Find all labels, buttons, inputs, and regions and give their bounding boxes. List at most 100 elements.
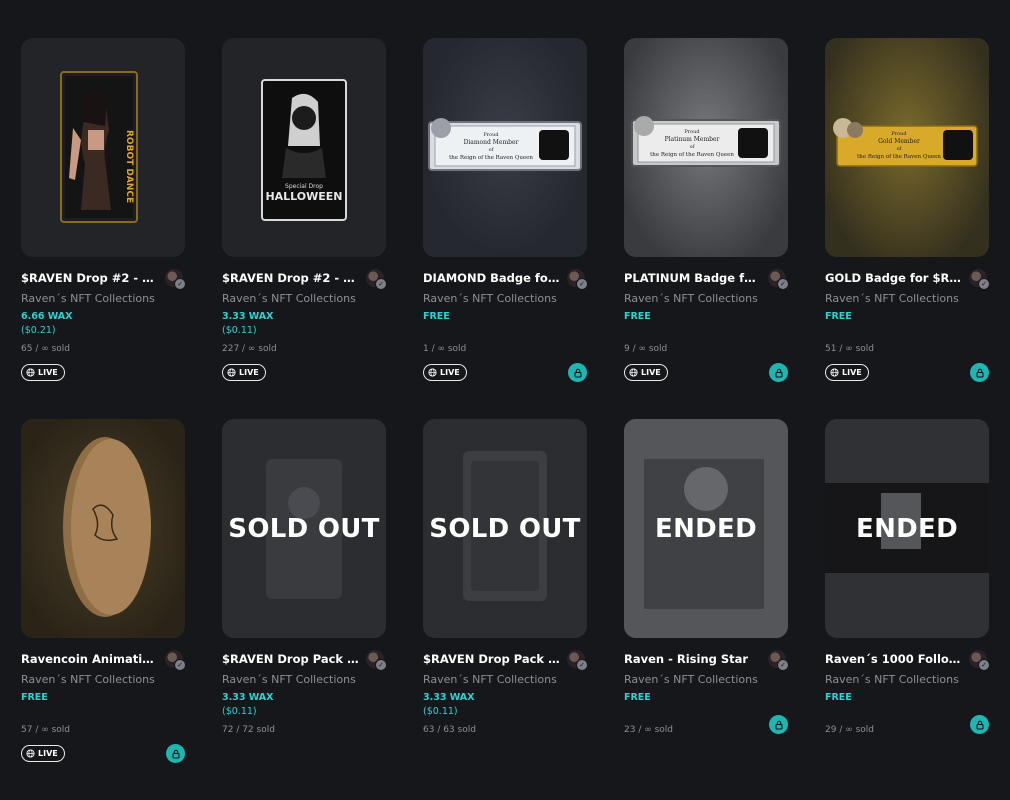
halloween-art: Special Drop HALLOWEEN (261, 79, 347, 221)
collection-name[interactable]: Raven´s NFT Collections (624, 292, 788, 305)
verified-icon: ✓ (174, 278, 186, 290)
whitelist-lock-button[interactable] (970, 715, 989, 734)
drop-title[interactable]: Raven - Rising Star (624, 652, 762, 666)
creator-avatar[interactable]: ✓ (567, 269, 588, 290)
sold-count: 65 / ∞ sold (21, 344, 70, 354)
globe-icon (830, 368, 839, 377)
sold-out-overlay: SOLD OUT (429, 513, 581, 544)
verified-icon: ✓ (978, 278, 990, 290)
live-badge: LIVE (624, 364, 668, 381)
drop-thumbnail[interactable]: SOLD OUT (423, 419, 587, 638)
sold-out-overlay: SOLD OUT (228, 513, 380, 544)
collection-name[interactable]: Raven´s NFT Collections (21, 673, 185, 686)
drop-thumbnail[interactable] (21, 419, 185, 638)
drop-title[interactable]: PLATINUM Badge for $... (624, 271, 762, 285)
creator-avatar[interactable]: ✓ (567, 650, 588, 671)
badge-member: Diamond Member (464, 139, 519, 146)
ended-overlay: ENDED (856, 513, 958, 544)
creator-avatar[interactable]: ✓ (768, 650, 789, 671)
collection-name[interactable]: Raven´s NFT Collections (423, 292, 587, 305)
drop-title[interactable]: $RAVEN Drop Pack #1 |... (222, 652, 360, 666)
drop-price: FREE (624, 311, 651, 322)
drop-thumbnail[interactable]: Proud Diamond Member of the Reign of the… (423, 38, 587, 257)
drop-price: 3.33 WAX (222, 692, 274, 703)
drop-thumbnail[interactable]: Proud Gold Member of the Reign of the Ra… (825, 38, 989, 257)
sold-count: 227 / ∞ sold (222, 344, 277, 354)
collection-name[interactable]: Raven´s NFT Collections (222, 292, 386, 305)
creator-avatar[interactable]: ✓ (165, 269, 186, 290)
drop-price: FREE (624, 692, 651, 703)
drop-title[interactable]: $RAVEN Drop Pack #1 |... (423, 652, 561, 666)
badge-proud: Proud (891, 131, 907, 137)
globe-icon (26, 368, 35, 377)
drop-price: FREE (825, 311, 852, 322)
verified-icon: ✓ (174, 659, 186, 671)
badge-member: Gold Member (878, 138, 920, 145)
drop-card[interactable]: Ravencoin Animation f... ✓ Raven´s NFT C… (21, 419, 186, 800)
drop-title[interactable]: $RAVEN Drop #2 - Rob... (21, 271, 159, 285)
gold-badge-art: Proud Gold Member of the Reign of the Ra… (833, 118, 978, 167)
drop-thumbnail[interactable]: SOLD OUT (222, 419, 386, 638)
robot-dance-art: ROBOT DANCE (60, 71, 138, 223)
drop-price: FREE (21, 692, 48, 703)
thumb-text: HALLOWEEN (265, 190, 342, 203)
collection-name[interactable]: Raven´s NFT Collections (21, 292, 185, 305)
drop-price-usd: ($0.11) (423, 706, 458, 717)
drop-title[interactable]: DIAMOND Badge for $... (423, 271, 561, 285)
drops-grid: ROBOT DANCE $RAVEN Drop #2 - Rob... ✓ Ra… (21, 38, 990, 800)
creator-avatar[interactable]: ✓ (969, 269, 990, 290)
verified-icon: ✓ (777, 659, 789, 671)
whitelist-lock-button[interactable] (970, 363, 989, 382)
creator-avatar[interactable]: ✓ (366, 650, 387, 671)
badge-proud: Proud (684, 129, 700, 135)
collection-name[interactable]: Raven´s NFT Collections (624, 673, 788, 686)
drop-card[interactable]: Proud Diamond Member of the Reign of the… (423, 38, 588, 419)
globe-icon (428, 368, 437, 377)
diamond-badge-art: Proud Diamond Member of the Reign of the… (428, 118, 582, 171)
creator-avatar[interactable]: ✓ (768, 269, 789, 290)
drop-title[interactable]: Raven´s 1000 Follower... (825, 652, 963, 666)
drop-thumbnail[interactable]: ENDED (825, 419, 989, 638)
live-label: LIVE (38, 749, 58, 758)
drop-card[interactable]: ROBOT DANCE $RAVEN Drop #2 - Rob... ✓ Ra… (21, 38, 186, 419)
thumb-text: ROBOT DANCE (124, 130, 134, 203)
sold-count: 9 / ∞ sold (624, 344, 668, 354)
whitelist-lock-button[interactable] (769, 715, 788, 734)
whitelist-lock-button[interactable] (568, 363, 587, 382)
platinum-badge-art: Proud Platinum Member of the Reign of th… (631, 116, 781, 167)
drop-title[interactable]: Ravencoin Animation f... (21, 652, 159, 666)
drop-title[interactable]: GOLD Badge for $RAVE... (825, 271, 963, 285)
drop-price: 3.33 WAX (423, 692, 475, 703)
collection-name[interactable]: Raven´s NFT Collections (423, 673, 587, 686)
ended-overlay: ENDED (655, 513, 757, 544)
live-badge: LIVE (21, 745, 65, 762)
creator-avatar[interactable]: ✓ (366, 269, 387, 290)
verified-icon: ✓ (375, 659, 387, 671)
sold-count: 1 / ∞ sold (423, 344, 467, 354)
globe-icon (26, 749, 35, 758)
drop-thumbnail[interactable]: Special Drop HALLOWEEN (222, 38, 386, 257)
drop-card[interactable]: Special Drop HALLOWEEN $RAVEN Drop #2 - … (222, 38, 387, 419)
whitelist-lock-button[interactable] (166, 744, 185, 763)
collection-name[interactable]: Raven´s NFT Collections (222, 673, 386, 686)
drop-card[interactable]: Proud Platinum Member of the Reign of th… (624, 38, 789, 419)
drop-thumbnail[interactable]: ROBOT DANCE (21, 38, 185, 257)
drop-card[interactable]: ENDED Raven - Rising Star ✓ Raven´s NFT … (624, 419, 789, 800)
whitelist-lock-button[interactable] (769, 363, 788, 382)
live-label: LIVE (239, 368, 259, 377)
creator-avatar[interactable]: ✓ (969, 650, 990, 671)
drop-thumbnail[interactable]: ENDED (624, 419, 788, 638)
drop-title[interactable]: $RAVEN Drop #2 - Hall... (222, 271, 360, 285)
lock-icon (573, 368, 582, 378)
badge-member: Platinum Member (665, 136, 720, 143)
drop-thumbnail[interactable]: Proud Platinum Member of the Reign of th… (624, 38, 788, 257)
drop-card[interactable]: ENDED Raven´s 1000 Follower... ✓ Raven´s… (825, 419, 990, 800)
creator-avatar[interactable]: ✓ (165, 650, 186, 671)
drop-card[interactable]: SOLD OUT $RAVEN Drop Pack #1 |... ✓ Rave… (222, 419, 387, 800)
collection-name[interactable]: Raven´s NFT Collections (825, 673, 989, 686)
collection-name[interactable]: Raven´s NFT Collections (825, 292, 989, 305)
drop-card[interactable]: Proud Gold Member of the Reign of the Ra… (825, 38, 990, 419)
drop-card[interactable]: SOLD OUT $RAVEN Drop Pack #1 |... ✓ Rave… (423, 419, 588, 800)
lock-icon (975, 720, 984, 730)
sold-count: 51 / ∞ sold (825, 344, 874, 354)
